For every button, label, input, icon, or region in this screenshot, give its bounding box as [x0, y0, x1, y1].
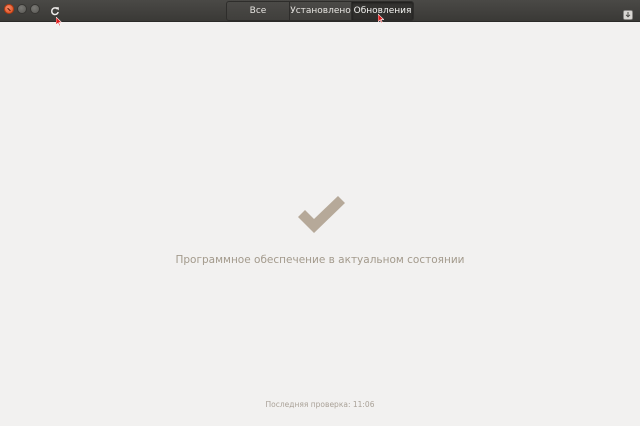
window-maximize-button[interactable]	[30, 4, 40, 14]
status-message: Программное обеспечение в актуальном сос…	[175, 254, 465, 266]
download-icon	[623, 5, 633, 24]
download-button[interactable]	[623, 5, 633, 20]
header-bar: Все Установлено Обновления	[0, 0, 640, 22]
window-minimize-button[interactable]	[17, 4, 27, 14]
refresh-button[interactable]	[46, 2, 64, 18]
tab-installed[interactable]: Установлено	[290, 2, 352, 20]
software-updates-window: Все Установлено Обновления Программное о…	[0, 0, 640, 426]
checkmark-icon	[298, 196, 346, 236]
last-check-label: Последняя проверка: 11:06	[265, 400, 375, 409]
window-close-button[interactable]	[4, 4, 14, 14]
tab-all[interactable]: Все	[227, 2, 290, 20]
view-switcher: Все Установлено Обновления	[226, 1, 414, 21]
